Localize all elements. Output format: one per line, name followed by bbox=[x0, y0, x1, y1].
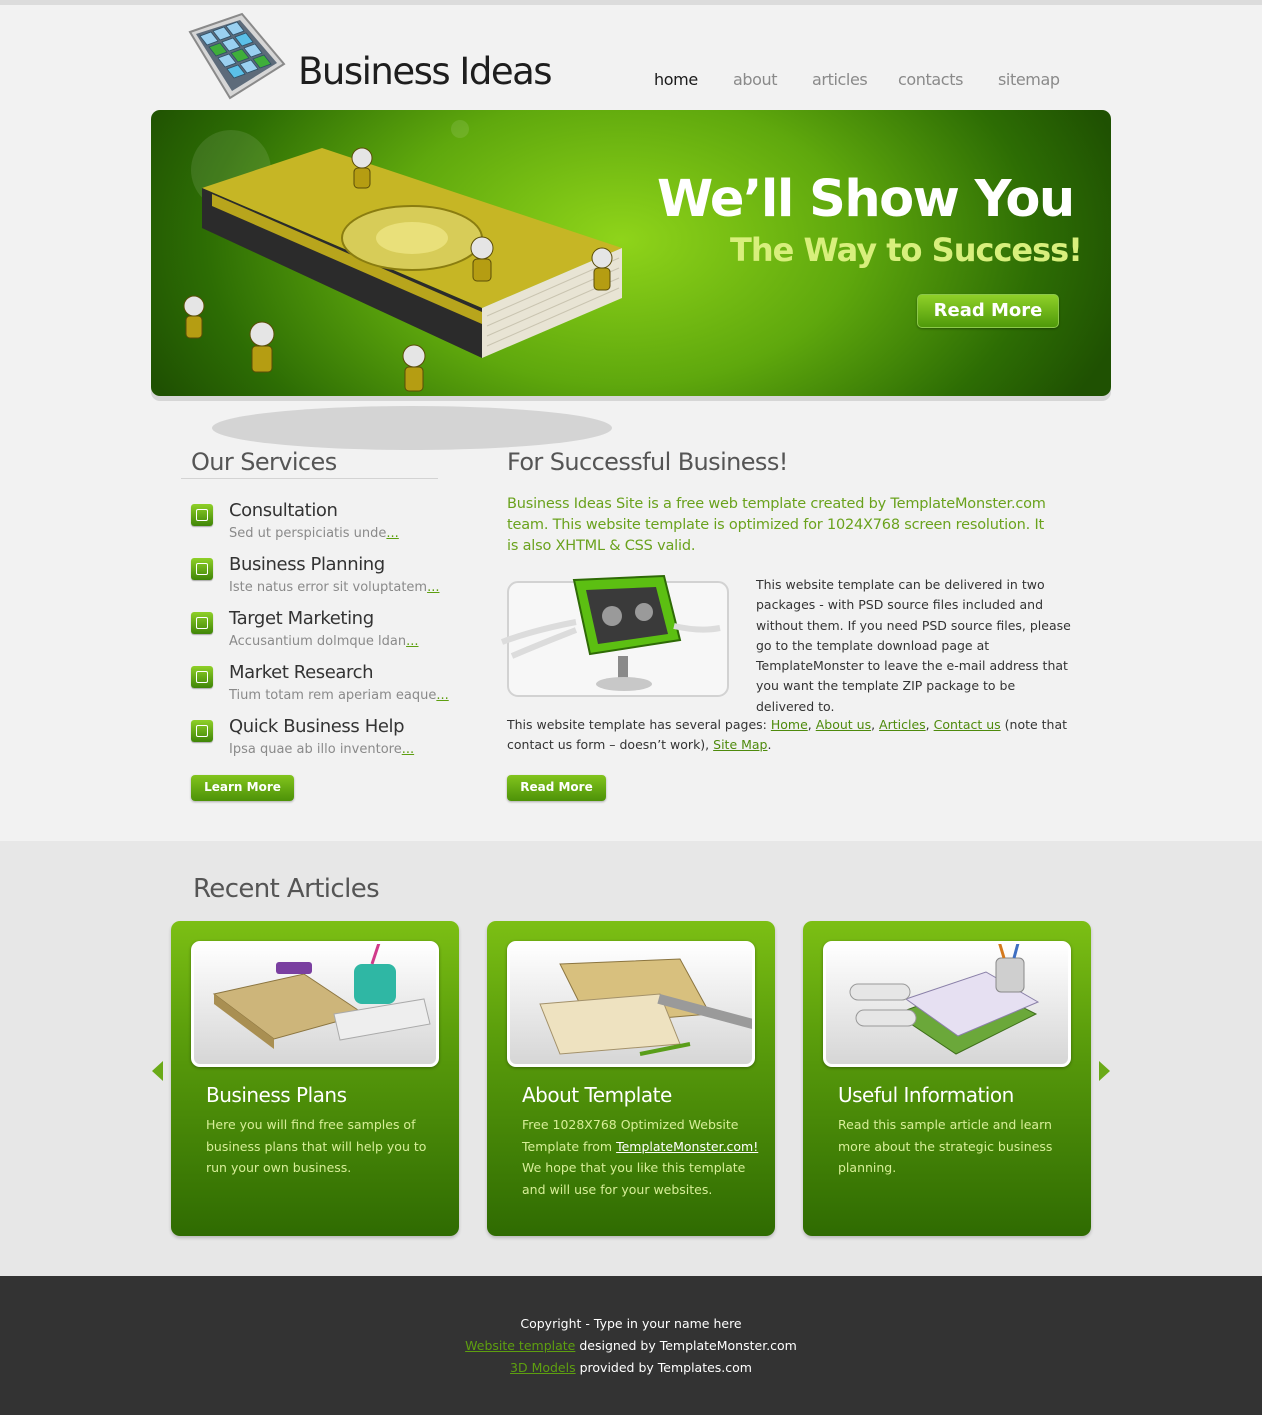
articles-title: Recent Articles bbox=[193, 874, 380, 904]
service-item-consultation[interactable]: Consultation Sed ut perspiciatis unde... bbox=[191, 500, 451, 550]
hero-title: We’ll Show You bbox=[657, 170, 1075, 229]
logo-cube-icon[interactable] bbox=[180, 12, 288, 100]
business-paragraph-1: This website template can be delivered i… bbox=[756, 577, 1071, 714]
service-name[interactable]: Business Planning bbox=[229, 554, 385, 575]
service-name[interactable]: Market Research bbox=[229, 662, 374, 683]
services-title: Our Services bbox=[191, 448, 337, 476]
3d-models-link[interactable]: 3D Models bbox=[510, 1360, 576, 1375]
arrow-left-icon[interactable] bbox=[152, 1061, 163, 1081]
service-name[interactable]: Quick Business Help bbox=[229, 716, 405, 737]
footer: Copyright - Type in your name here Websi… bbox=[0, 1276, 1262, 1415]
nav-articles[interactable]: articles bbox=[812, 70, 868, 89]
nav-sitemap[interactable]: sitemap bbox=[998, 70, 1060, 89]
service-desc: Sed ut perspiciatis unde... bbox=[229, 526, 399, 541]
nav-contacts[interactable]: contacts bbox=[898, 70, 963, 89]
consultation-icon bbox=[191, 504, 213, 526]
footer-copyright: Copyright - Type in your name here bbox=[520, 1316, 742, 1331]
nav-about[interactable]: about bbox=[733, 70, 778, 89]
article-title[interactable]: Business Plans bbox=[206, 1083, 347, 1107]
service-desc: Iste natus error sit voluptatem... bbox=[229, 580, 440, 595]
logo-text[interactable]: Business Ideas bbox=[298, 50, 553, 94]
service-desc: Tium totam rem aperiam eaque... bbox=[229, 688, 449, 703]
article-image bbox=[823, 941, 1071, 1067]
link-about-us[interactable]: About us bbox=[816, 717, 871, 732]
article-text: Free 1028X768 Optimized Website Template… bbox=[522, 1117, 759, 1198]
service-more-link[interactable]: ... bbox=[386, 526, 398, 541]
article-image bbox=[191, 941, 439, 1067]
handshake-icon bbox=[191, 720, 213, 742]
service-item-target-marketing[interactable]: Target Marketing Accusantium dolmque lda… bbox=[191, 608, 451, 658]
article-title[interactable]: About Template bbox=[522, 1083, 672, 1107]
business-paragraph-2: This website template has several pages:… bbox=[507, 717, 1068, 752]
top-border bbox=[0, 0, 1262, 5]
service-item-business-planning[interactable]: Business Planning Iste natus error sit v… bbox=[191, 554, 451, 604]
link-articles[interactable]: Articles bbox=[879, 717, 926, 732]
service-more-link[interactable]: ... bbox=[427, 580, 439, 595]
service-more-link[interactable]: ... bbox=[406, 634, 418, 649]
business-title: For Successful Business! bbox=[507, 448, 788, 476]
article-card-about-template[interactable]: About Template Free 1028X768 Optimized W… bbox=[487, 921, 775, 1236]
nav-home[interactable]: home bbox=[654, 70, 698, 89]
link-contact-us[interactable]: Contact us bbox=[934, 717, 1001, 732]
link-home[interactable]: Home bbox=[771, 717, 808, 732]
service-desc: Ipsa quae ab illo inventore... bbox=[229, 742, 415, 757]
link-site-map[interactable]: Site Map bbox=[713, 737, 767, 752]
business-lead: Business Ideas Site is a free web templa… bbox=[507, 496, 1046, 554]
service-name[interactable]: Target Marketing bbox=[229, 608, 374, 629]
article-card-useful-information[interactable]: Useful Information Read this sample arti… bbox=[803, 921, 1091, 1236]
service-item-quick-business-help[interactable]: Quick Business Help Ipsa quae ab illo in… bbox=[191, 716, 451, 766]
article-card-business-plans[interactable]: Business Plans Here you will find free s… bbox=[171, 921, 459, 1236]
market-research-icon bbox=[191, 666, 213, 688]
learn-more-button[interactable]: Learn More bbox=[191, 775, 294, 801]
book-illustration bbox=[183, 147, 622, 450]
services-divider bbox=[181, 478, 438, 479]
article-text: Read this sample article and learn more … bbox=[838, 1117, 1053, 1176]
footer-line-3: 3D Models provided by Templates.com bbox=[510, 1360, 752, 1375]
hero-read-more-button[interactable]: Read More bbox=[917, 294, 1059, 328]
article-title[interactable]: Useful Information bbox=[838, 1083, 1014, 1107]
footer-line-2: Website template designed by TemplateMon… bbox=[465, 1338, 797, 1353]
templatemonster-link[interactable]: TemplateMonster.com! bbox=[616, 1139, 758, 1154]
monitor-character-image bbox=[500, 574, 729, 697]
service-desc: Accusantium dolmque ldan... bbox=[229, 634, 419, 649]
service-more-link[interactable]: ... bbox=[402, 742, 414, 757]
service-name[interactable]: Consultation bbox=[229, 500, 338, 521]
article-image bbox=[507, 941, 755, 1067]
calendar-icon bbox=[191, 558, 213, 580]
service-item-market-research[interactable]: Market Research Tium totam rem aperiam e… bbox=[191, 662, 451, 712]
website-template-link[interactable]: Website template bbox=[465, 1338, 575, 1353]
service-more-link[interactable]: ... bbox=[436, 688, 448, 703]
arrow-right-icon[interactable] bbox=[1099, 1061, 1110, 1081]
hero-subtitle: The Way to Success! bbox=[730, 231, 1083, 269]
target-marketing-icon bbox=[191, 612, 213, 634]
business-read-more-button[interactable]: Read More bbox=[507, 775, 606, 801]
article-text: Here you will find free samples of busin… bbox=[206, 1117, 427, 1176]
